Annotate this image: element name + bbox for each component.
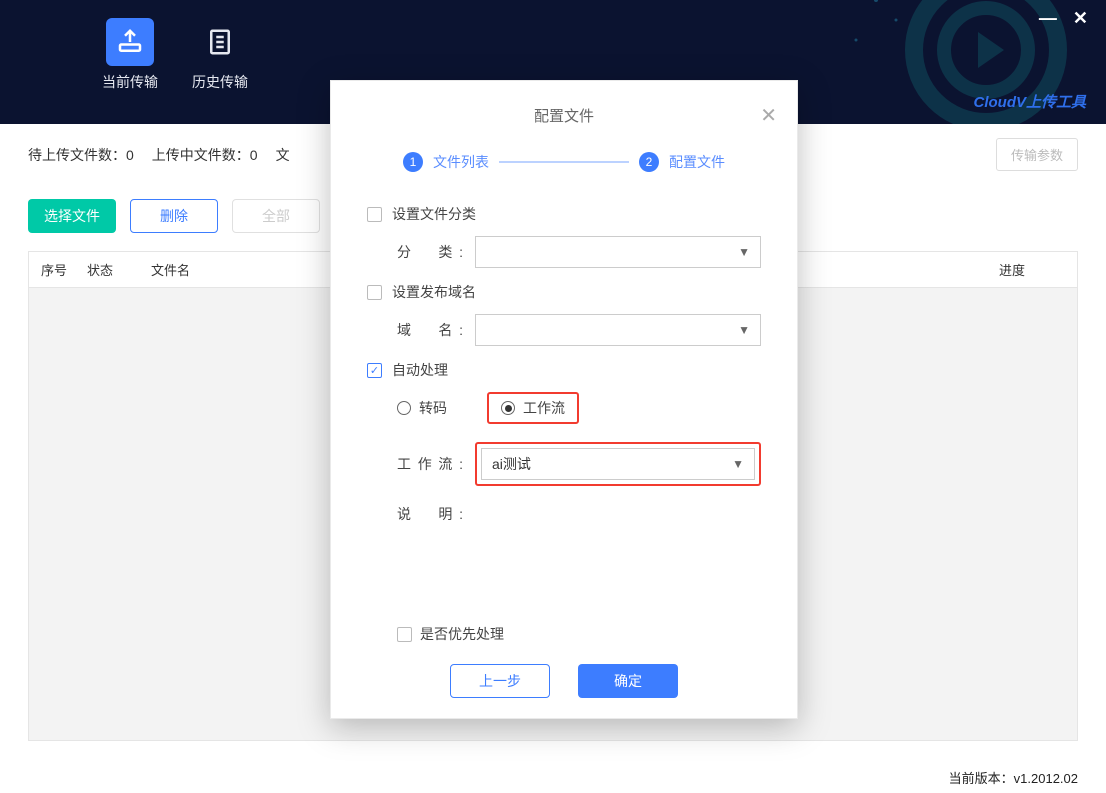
priority-section: 是否优先处理 — [367, 624, 761, 644]
confirm-button[interactable]: 确定 — [578, 664, 678, 698]
chevron-down-icon: ▼ — [738, 323, 750, 337]
upload-icon — [106, 18, 154, 66]
chevron-down-icon: ▼ — [738, 245, 750, 259]
auto-process-label: 自动处理 — [392, 360, 448, 380]
step-2-label: 配置文件 — [669, 152, 725, 172]
uploading-count: 上传中文件数：0 — [152, 145, 258, 165]
truncated-text: 文 — [276, 145, 290, 165]
history-icon — [196, 18, 244, 66]
step-2-badge: 2 — [639, 152, 659, 172]
modal-buttons: 上一步 确定 — [367, 664, 761, 698]
modal-title: 配置文件 ✕ — [331, 81, 797, 134]
config-modal: 配置文件 ✕ 1 文件列表 2 配置文件 设置文件分类 分 类: ▼ 设置发布域… — [330, 80, 798, 719]
auto-process-section: ✓ 自动处理 转码 工作流 工作流: a — [367, 360, 761, 524]
tab-current-upload[interactable]: 当前传输 — [102, 18, 158, 92]
domain-section: 设置发布域名 域 名: ▼ — [367, 282, 761, 346]
minimize-button[interactable]: — — [1039, 8, 1057, 29]
workflow-radio-highlight: 工作流 — [487, 392, 579, 424]
transfer-params-button[interactable]: 传输参数 — [996, 138, 1078, 171]
domain-label: 域 名: — [397, 320, 463, 340]
modal-close-button[interactable]: ✕ — [760, 103, 777, 128]
transcode-radio[interactable]: 转码 — [397, 398, 447, 418]
workflow-select[interactable]: ai测试 ▼ — [481, 448, 755, 480]
domain-select[interactable]: ▼ — [475, 314, 761, 346]
pending-count: 待上传文件数：0 — [28, 145, 134, 165]
priority-checkbox[interactable] — [397, 627, 412, 642]
set-domain-checkbox[interactable] — [367, 285, 382, 300]
select-file-button[interactable]: 选择文件 — [28, 199, 116, 233]
step-1-label: 文件列表 — [433, 152, 489, 172]
set-category-label: 设置文件分类 — [392, 204, 476, 224]
all-button[interactable]: 全部 — [232, 199, 320, 233]
step-1-badge: 1 — [403, 152, 423, 172]
auto-process-checkbox[interactable]: ✓ — [367, 363, 382, 378]
chevron-down-icon: ▼ — [732, 457, 744, 471]
priority-label: 是否优先处理 — [420, 624, 504, 644]
category-select[interactable]: ▼ — [475, 236, 761, 268]
workflow-radio[interactable]: 工作流 — [501, 398, 565, 418]
set-category-checkbox[interactable] — [367, 207, 382, 222]
workflow-label: 工作流: — [397, 454, 463, 474]
modal-body: 设置文件分类 分 类: ▼ 设置发布域名 域 名: ▼ — [331, 180, 797, 698]
desc-label: 说 明: — [397, 504, 463, 524]
brand-label: CloudV上传工具 — [974, 91, 1087, 112]
window-controls: — ✕ — [1039, 8, 1088, 29]
col-progress: 进度 — [999, 260, 1077, 279]
workflow-select-highlight: ai测试 ▼ — [475, 442, 761, 486]
tab-label: 当前传输 — [102, 72, 158, 92]
set-domain-label: 设置发布域名 — [392, 282, 476, 302]
delete-button[interactable]: 删除 — [130, 199, 218, 233]
step-indicator: 1 文件列表 2 配置文件 — [331, 134, 797, 180]
col-status: 状态 — [87, 260, 145, 279]
step-connector — [499, 161, 629, 163]
category-section: 设置文件分类 分 类: ▼ — [367, 204, 761, 268]
tab-label: 历史传输 — [192, 72, 248, 92]
version-label: 当前版本：v1.2012.02 — [949, 768, 1078, 787]
category-label: 分 类: — [397, 242, 463, 262]
tab-history-upload[interactable]: 历史传输 — [192, 18, 248, 92]
col-index: 序号 — [29, 260, 87, 279]
prev-step-button[interactable]: 上一步 — [450, 664, 550, 698]
close-button[interactable]: ✕ — [1073, 8, 1088, 29]
